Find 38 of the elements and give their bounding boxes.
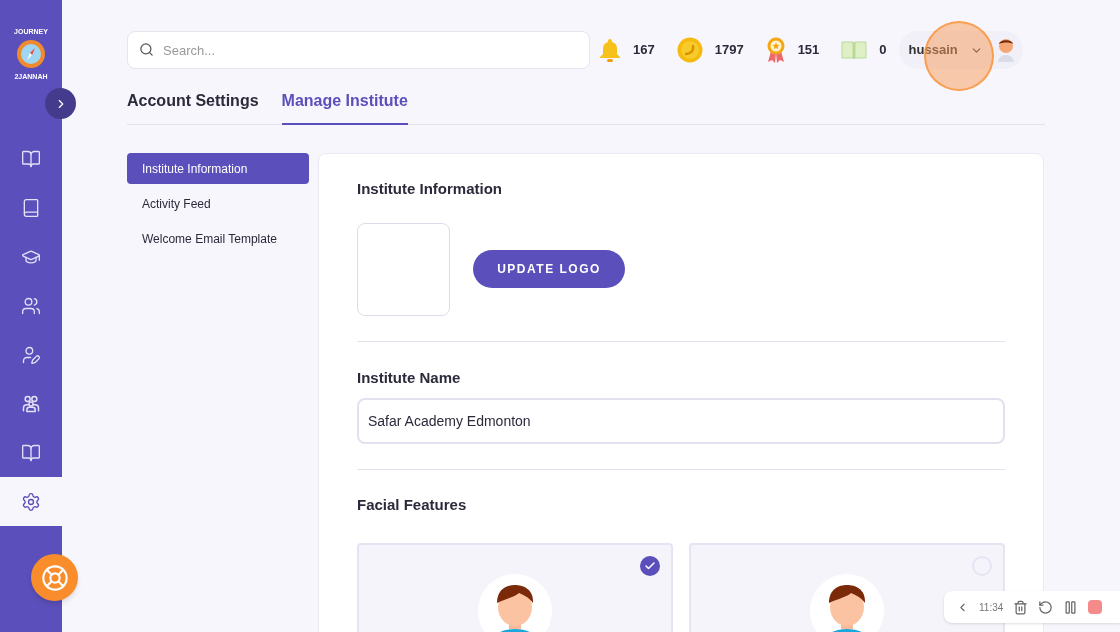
section-title: Institute Information (357, 179, 503, 199)
settings-menu-item[interactable]: Activity Feed (127, 188, 309, 219)
institute-name-field[interactable]: Safar Academy Edmonton (357, 398, 1005, 444)
search-icon (139, 42, 154, 57)
settings-menu-item[interactable]: Welcome Email Template (127, 223, 309, 254)
book-icon (21, 197, 41, 218)
users-icon (21, 295, 41, 316)
group-icon (21, 393, 41, 414)
pause-icon[interactable] (1063, 599, 1079, 615)
bell-icon (599, 38, 621, 62)
section-title: Facial Features (357, 495, 468, 515)
help-button[interactable] (31, 554, 78, 601)
expand-button[interactable] (45, 88, 76, 119)
sidebar-item[interactable] (0, 477, 62, 526)
stat-count: 167 (633, 41, 655, 60)
update-logo-button[interactable]: UPDATE LOGO (473, 250, 625, 288)
settings-menu-item[interactable]: Institute Information (127, 153, 309, 184)
field-label: Institute Name (357, 367, 462, 388)
lifebuoy-icon (40, 563, 69, 592)
tab[interactable]: Manage Institute (281, 89, 408, 125)
award-ribbon-icon (765, 37, 786, 63)
face-option-card[interactable] (357, 542, 673, 632)
settings-icon (21, 491, 41, 512)
restart-icon[interactable] (1038, 599, 1054, 615)
open-book-icon (841, 40, 868, 60)
search-field[interactable]: Search... (127, 31, 590, 69)
trash-icon[interactable] (1013, 599, 1029, 615)
recorder-time: 11:34 (979, 600, 1004, 615)
tab[interactable]: Account Settings (127, 89, 259, 125)
book-open-icon (21, 442, 41, 463)
stop-icon[interactable] (1088, 600, 1103, 614)
book-open-icon (21, 148, 41, 169)
stat-count: 0 (879, 41, 887, 60)
coin-icon (676, 37, 703, 63)
user-pen-icon (21, 344, 41, 365)
stat-count: 1797 (714, 41, 744, 60)
compass-icon (16, 39, 46, 69)
stat-count: 151 (797, 41, 820, 60)
